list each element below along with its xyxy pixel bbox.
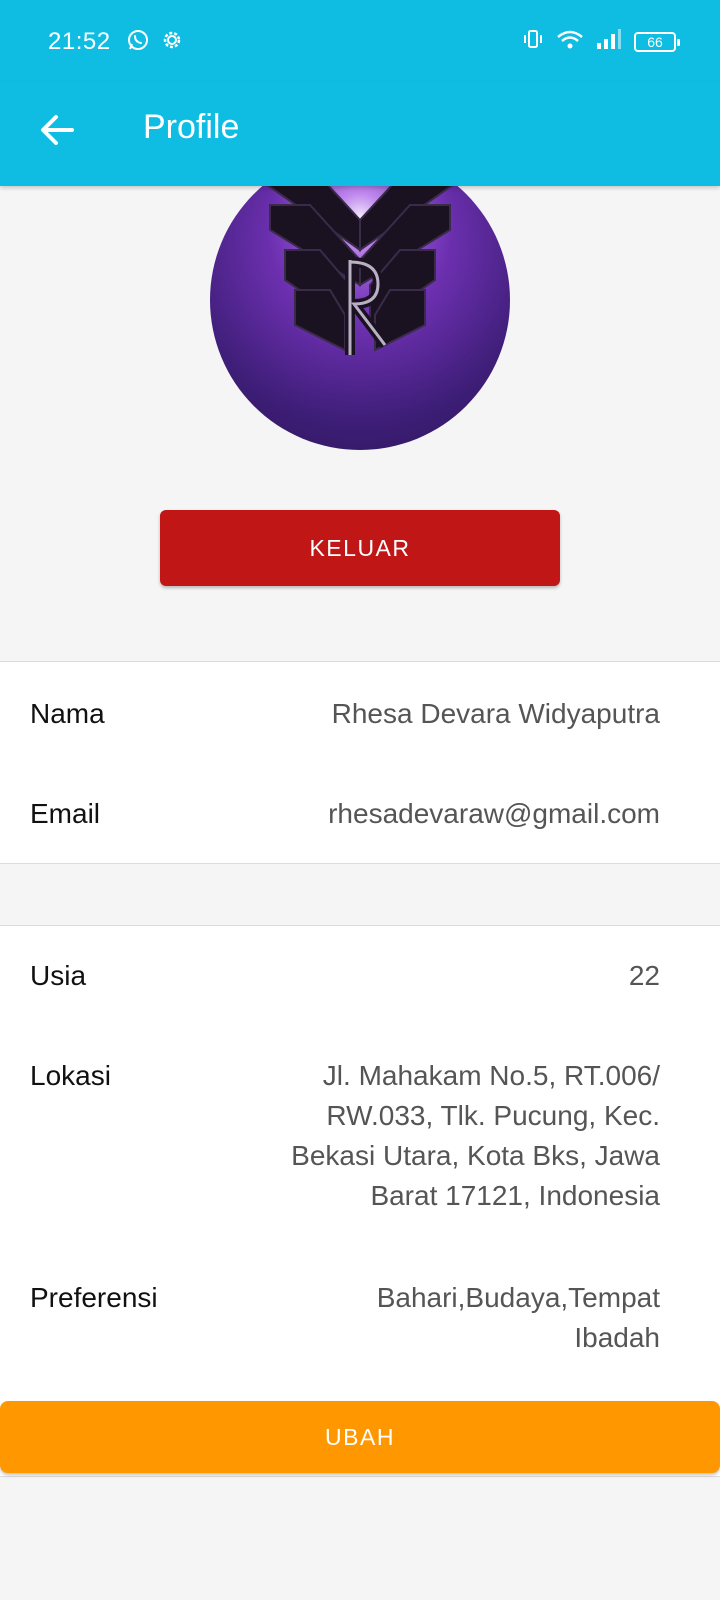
status-bar: 21:52 66 bbox=[0, 0, 720, 82]
location-line: Bekasi Utara, Kota Bks, Jawa bbox=[291, 1140, 660, 1171]
preference-label: Preferensi bbox=[30, 1282, 158, 1313]
account-info-card: Nama Rhesa Devara Widyaputra Email rhesa… bbox=[0, 661, 720, 864]
whatsapp-icon bbox=[126, 28, 150, 57]
wifi-icon bbox=[556, 28, 584, 55]
app-bar: Profile bbox=[0, 82, 720, 186]
logout-button[interactable]: KELUAR bbox=[160, 510, 560, 586]
avatar-logo-icon bbox=[240, 150, 480, 390]
location-line: RW.033, Tlk. Pucung, Kec. bbox=[326, 1100, 660, 1131]
signal-icon bbox=[596, 28, 622, 55]
status-time: 21:52 bbox=[48, 28, 111, 55]
name-value: Rhesa Devara Widyaputra bbox=[331, 698, 660, 729]
vibrate-icon bbox=[522, 28, 544, 55]
battery-icon: 66 bbox=[634, 31, 680, 52]
name-label: Nama bbox=[30, 698, 105, 729]
preference-line: Bahari,Budaya,Tempat bbox=[376, 1282, 660, 1313]
details-card: Usia 22 Lokasi Jl. Mahakam No.5, RT.006/… bbox=[0, 925, 720, 1477]
page-title: Profile bbox=[143, 108, 240, 146]
location-value: Jl. Mahakam No.5, RT.006/ RW.033, Tlk. P… bbox=[291, 1056, 660, 1216]
location-line: Jl. Mahakam No.5, RT.006/ bbox=[322, 1060, 660, 1091]
edit-button[interactable]: UBAH bbox=[0, 1401, 720, 1473]
back-button[interactable] bbox=[34, 106, 82, 154]
preference-line: Ibadah bbox=[574, 1322, 660, 1353]
location-line: Barat 17121, Indonesia bbox=[370, 1180, 660, 1211]
profile-avatar bbox=[210, 150, 510, 450]
age-label: Usia bbox=[30, 960, 87, 991]
email-value: rhesadevaraw@gmail.com bbox=[328, 798, 660, 829]
arrow-left-icon bbox=[41, 115, 74, 145]
age-value: 22 bbox=[628, 960, 660, 991]
profile-header: KELUAR bbox=[0, 150, 720, 662]
location-label: Lokasi bbox=[30, 1060, 111, 1091]
preference-value: Bahari,Budaya,Tempat Ibadah bbox=[377, 1278, 660, 1358]
email-label: Email bbox=[30, 798, 101, 829]
settings-icon bbox=[160, 28, 184, 57]
